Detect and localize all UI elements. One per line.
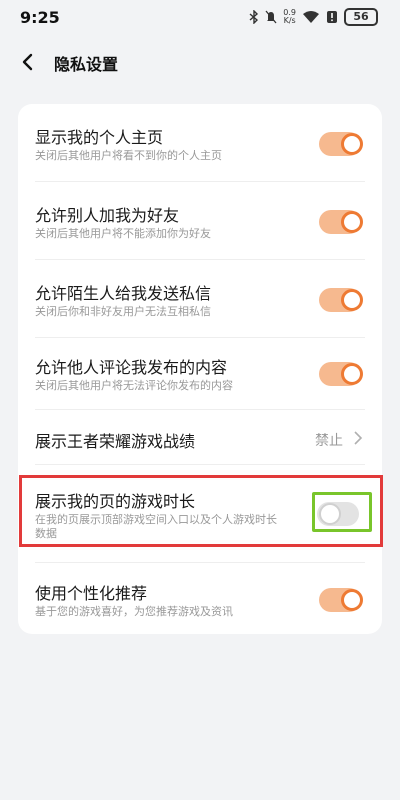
toggle-allow-friend-add[interactable] [319, 210, 363, 234]
alert-icon [327, 11, 337, 23]
toggle-stranger-messages[interactable] [319, 288, 363, 312]
bluetooth-icon [249, 10, 259, 24]
toggle-knob [341, 211, 363, 233]
setting-subtitle: 关闭后其他用户将不能添加你为好友 [35, 227, 211, 240]
battery-indicator: 56 [344, 8, 378, 26]
setting-title: 展示王者荣耀游戏战绩 [35, 432, 196, 451]
setting-title: 允许他人评论我发布的内容 [35, 358, 228, 377]
toggle-allow-comments[interactable] [319, 362, 363, 386]
divider [35, 409, 365, 410]
toggle-personalized-recommendation[interactable] [319, 588, 363, 612]
setting-stranger-messages: 允许陌生人给我发送私信 关闭后你和非好友用户无法互相私信 [35, 280, 365, 330]
setting-title: 显示我的个人主页 [35, 128, 164, 147]
status-bar: 9:25 0.9 K/s 56 [0, 0, 400, 36]
status-time: 9:25 [20, 8, 60, 27]
setting-allow-friend-add: 允许别人加我为好友 关闭后其他用户将不能添加你为好友 [35, 202, 365, 252]
setting-honor-of-kings-record[interactable]: 展示王者荣耀游戏战绩 禁止 [35, 426, 365, 451]
chevron-right-icon [354, 431, 363, 445]
setting-title: 允许别人加我为好友 [35, 206, 180, 225]
toggle-knob [341, 363, 363, 385]
setting-title: 使用个性化推荐 [35, 584, 148, 603]
privacy-settings-card: 显示我的个人主页 关闭后其他用户将看不到你的个人主页 允许别人加我为好友 关闭后… [18, 104, 382, 634]
divider [35, 337, 365, 338]
toggle-show-profile[interactable] [319, 132, 363, 156]
mute-icon [265, 10, 277, 24]
toggle-knob [341, 133, 363, 155]
setting-value: 禁止 [315, 433, 343, 449]
setting-subtitle: 关闭后你和非好友用户无法互相私信 [35, 305, 211, 318]
setting-subtitle: 基于您的游戏喜好，为您推荐游戏及资讯 [35, 605, 233, 618]
page-title: 隐私设置 [54, 55, 119, 74]
status-icons: 0.9 K/s 56 [249, 6, 378, 28]
divider [35, 181, 365, 182]
toggle-knob [341, 289, 363, 311]
network-speed-unit: K/s [283, 16, 296, 25]
wifi-icon [303, 11, 319, 23]
divider [35, 259, 365, 260]
setting-personalized-recommendation: 使用个性化推荐 基于您的游戏喜好，为您推荐游戏及资讯 [35, 580, 365, 630]
toggle-knob [341, 589, 363, 611]
network-speed: 0.9 K/s [283, 9, 296, 25]
highlight-box-green [312, 492, 372, 532]
setting-show-profile: 显示我的个人主页 关闭后其他用户将看不到你的个人主页 [35, 124, 365, 174]
back-arrow-icon[interactable] [14, 48, 42, 76]
setting-subtitle: 关闭后其他用户将看不到你的个人主页 [35, 149, 222, 162]
setting-title: 允许陌生人给我发送私信 [35, 284, 212, 303]
divider [35, 562, 365, 563]
setting-subtitle: 关闭后其他用户将无法评论你发布的内容 [35, 379, 233, 392]
page-header: 隐私设置 [0, 42, 400, 82]
setting-allow-comments: 允许他人评论我发布的内容 关闭后其他用户将无法评论你发布的内容 [35, 354, 365, 404]
divider [35, 464, 365, 465]
